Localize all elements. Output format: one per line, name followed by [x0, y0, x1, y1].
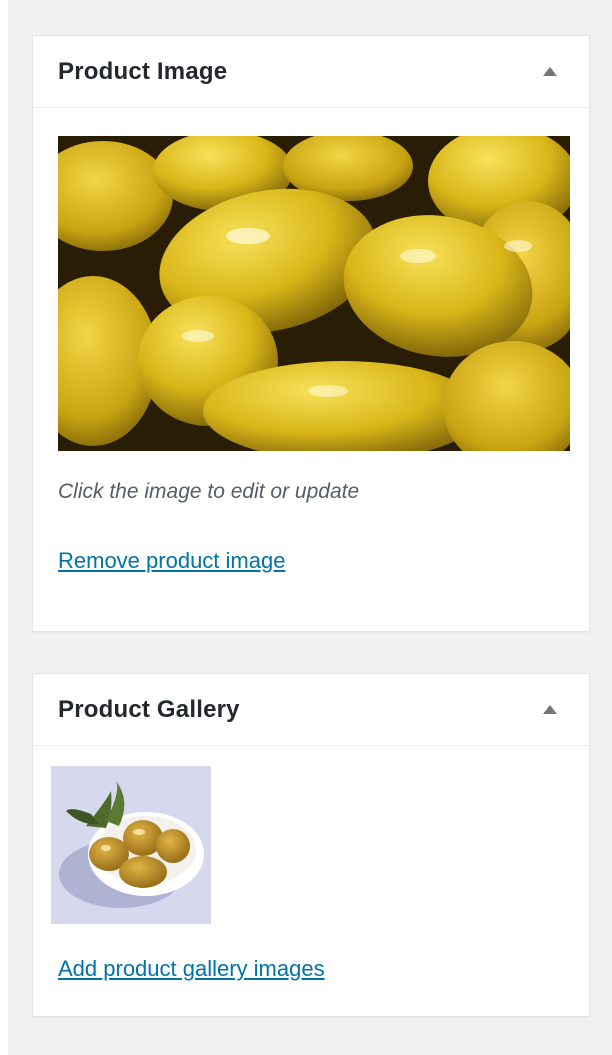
triangle-up-icon	[543, 705, 557, 714]
admin-sidebar-edge	[0, 0, 8, 1055]
image-edit-hint: Click the image to edit or update	[58, 480, 360, 503]
collapse-toggle-button[interactable]	[535, 695, 565, 725]
product-image-title: Product Image	[58, 57, 228, 85]
triangle-up-icon	[543, 67, 557, 76]
remove-product-image-link[interactable]: Remove product image	[58, 548, 285, 574]
add-gallery-images-link[interactable]: Add product gallery images	[58, 956, 325, 982]
gallery-thumbnail-image[interactable]	[51, 766, 211, 924]
product-image-panel: Product Image Click the image to edit or…	[32, 35, 590, 632]
product-gallery-panel: Product Gallery Add product gallery imag…	[32, 673, 590, 1017]
product-gallery-header[interactable]: Product Gallery	[33, 674, 589, 746]
product-image-header[interactable]: Product Image	[33, 36, 589, 108]
featured-product-image[interactable]	[58, 136, 570, 451]
collapse-toggle-button[interactable]	[535, 57, 565, 87]
product-gallery-title: Product Gallery	[58, 695, 240, 723]
